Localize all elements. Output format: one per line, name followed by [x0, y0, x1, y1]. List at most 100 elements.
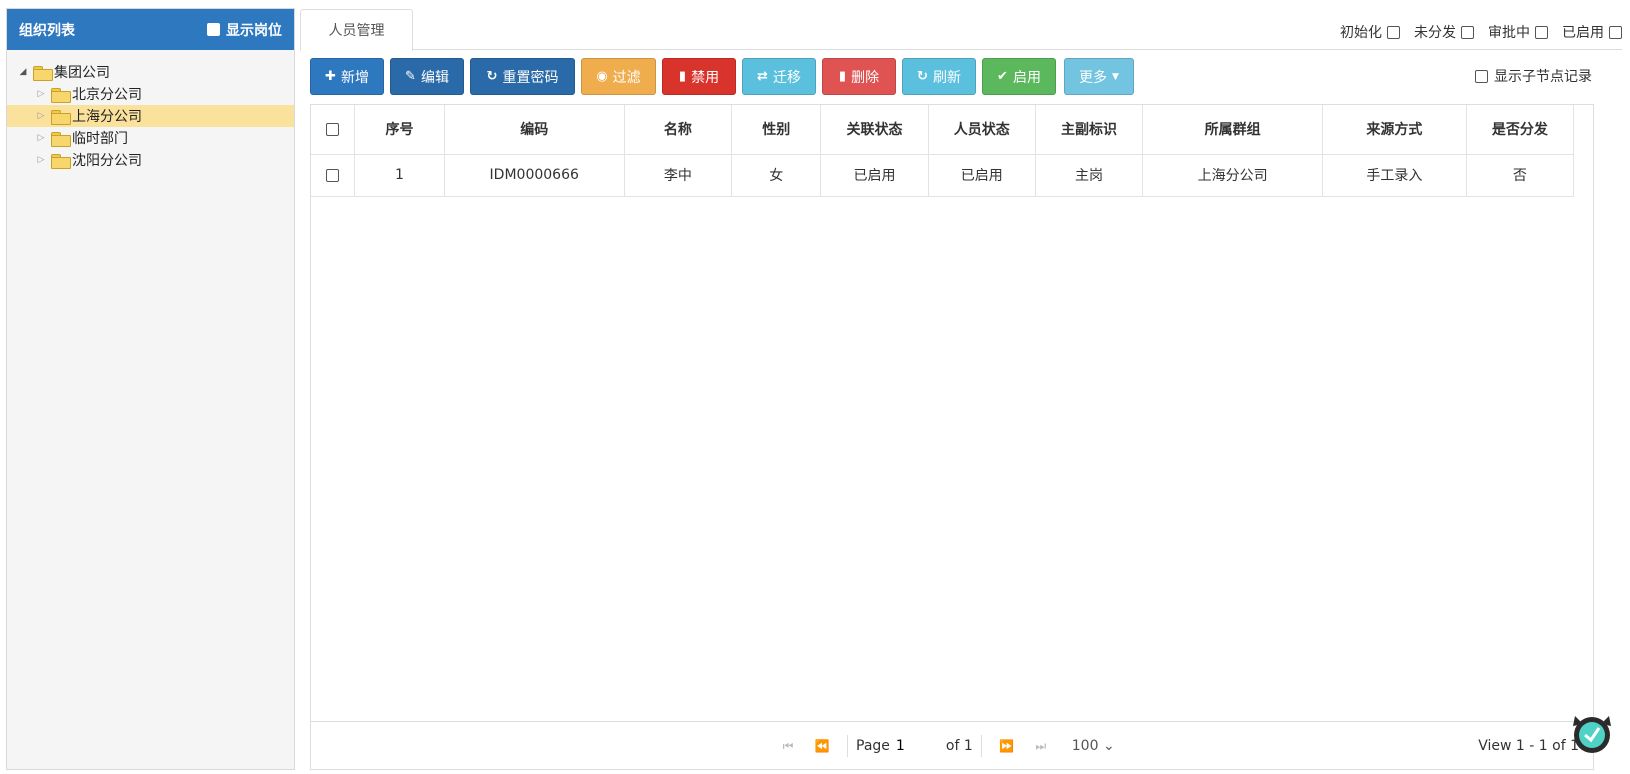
- filter-undistributed-checkbox[interactable]: [1461, 25, 1474, 39]
- pager-controls: ⏮ ⏪ Page of 1 ⏩ ⏭ 100 ⌄: [771, 722, 1115, 770]
- org-tree: ◢ 集团公司 ▷ 北京分公司 ▷ 上海分公司 ▷ 临时部门 ▷ 沈阳分公司: [7, 50, 294, 171]
- column-header[interactable]: 是否分发: [1465, 105, 1575, 155]
- tab-personnel-management[interactable]: 人员管理: [300, 9, 413, 51]
- show-post-checkbox[interactable]: [207, 23, 220, 36]
- chevron-down-icon: ⌄: [1102, 738, 1115, 754]
- tree-node-temp-dept[interactable]: ▷ 临时部门: [7, 127, 294, 149]
- personnel-grid: 序号 编码 名称 性别 关联状态 人员状态 主副标识 所属群组 来源方式 是否分…: [310, 104, 1594, 770]
- tree-node-label: 临时部门: [72, 131, 128, 147]
- first-page-icon[interactable]: ⏮: [771, 739, 805, 754]
- migrate-button[interactable]: ⇄ 迁移: [742, 58, 816, 95]
- more-dropdown-button[interactable]: 更多 ▼: [1064, 58, 1134, 95]
- table-row[interactable]: 1 IDM0000666 李中 女 已启用 已启用 主岗 上海分公司 手工录入 …: [311, 153, 1575, 197]
- table-cell: 手工录入: [1322, 153, 1467, 197]
- tree-node-label: 北京分公司: [72, 87, 142, 103]
- edit-button[interactable]: ✎ 编辑: [390, 58, 464, 95]
- reset-password-button[interactable]: ↻ 重置密码: [470, 58, 575, 95]
- table-cell: 李中: [623, 153, 732, 197]
- column-header[interactable]: 关联状态: [820, 105, 929, 155]
- show-child-records-toggle[interactable]: 显示子节点记录: [1475, 66, 1592, 86]
- folder-open-icon: [33, 65, 53, 81]
- collapsed-arrow-icon[interactable]: ▷: [35, 133, 47, 143]
- prev-page-icon[interactable]: ⏪: [805, 739, 839, 753]
- column-header[interactable]: 主副标识: [1034, 105, 1144, 155]
- page-number-input[interactable]: [895, 735, 940, 757]
- table-cell: IDM0000666: [443, 153, 625, 197]
- column-header[interactable]: 编码: [443, 105, 625, 155]
- disable-button[interactable]: ▮ 禁用: [662, 58, 736, 95]
- mascot-logo-icon: [1573, 716, 1611, 753]
- folder-icon: [51, 109, 71, 125]
- status-filters: 初始化 未分发 审批中 已启用: [1340, 22, 1622, 42]
- filter-initialized[interactable]: 初始化: [1340, 22, 1400, 42]
- trash-icon: ▮: [838, 69, 847, 84]
- tree-node-root[interactable]: ◢ 集团公司: [7, 61, 294, 83]
- folder-icon: [51, 87, 71, 103]
- eye-icon: ◉: [596, 69, 608, 84]
- add-button[interactable]: ✚ 新增: [310, 58, 384, 95]
- pager: ⏮ ⏪ Page of 1 ⏩ ⏭ 100 ⌄ View 1 - 1 of 1: [311, 721, 1593, 769]
- filter-approving-checkbox[interactable]: [1535, 25, 1548, 39]
- filter-enabled-checkbox[interactable]: [1609, 25, 1622, 39]
- enable-button[interactable]: ✔ 启用: [982, 58, 1056, 95]
- check-icon: ✔: [997, 69, 1008, 84]
- expanded-arrow-icon[interactable]: ◢: [17, 67, 29, 77]
- folder-icon: [51, 153, 71, 169]
- row-select-cell[interactable]: [311, 153, 356, 197]
- grid-header-row: 序号 编码 名称 性别 关联状态 人员状态 主副标识 所属群组 来源方式 是否分…: [311, 105, 1575, 155]
- table-cell: 女: [730, 153, 822, 197]
- collapsed-arrow-icon[interactable]: ▷: [35, 155, 47, 165]
- org-panel: 组织列表 显示岗位 ◢ 集团公司 ▷ 北京分公司 ▷ 上海分公司 ▷ 临时部门 …: [6, 8, 295, 770]
- tree-node-label: 沈阳分公司: [72, 153, 142, 169]
- table-cell: 已启用: [927, 153, 1036, 197]
- delete-button[interactable]: ▮ 删除: [822, 58, 896, 95]
- filter-undistributed[interactable]: 未分发: [1414, 22, 1474, 42]
- page-size-select[interactable]: 100 ⌄: [1072, 738, 1115, 754]
- filter-button[interactable]: ◉ 过滤: [581, 58, 656, 95]
- column-header[interactable]: 名称: [623, 105, 732, 155]
- record-count: View 1 - 1 of 1: [1478, 738, 1579, 754]
- table-cell: 否: [1465, 153, 1575, 197]
- org-panel-title: 组织列表: [19, 22, 75, 39]
- show-child-records-checkbox[interactable]: [1475, 69, 1488, 83]
- org-panel-header: 组织列表 显示岗位: [7, 9, 294, 50]
- filter-enabled[interactable]: 已启用: [1562, 22, 1622, 42]
- refresh-button[interactable]: ↻ 刷新: [902, 58, 976, 95]
- refresh-icon: ↻: [917, 69, 928, 84]
- row-checkbox[interactable]: [326, 168, 340, 182]
- caret-down-icon: ▼: [1112, 71, 1119, 82]
- next-page-icon[interactable]: ⏩: [990, 739, 1024, 753]
- edit-icon: ✎: [405, 69, 416, 84]
- pager-divider: [847, 735, 848, 757]
- page-total: of 1: [945, 738, 973, 754]
- table-cell: 上海分公司: [1142, 153, 1324, 197]
- select-all-cell[interactable]: [311, 105, 356, 155]
- tab-bar: 人员管理 初始化 未分发 审批中 已启用: [300, 0, 1622, 51]
- filter-approving[interactable]: 审批中: [1488, 22, 1548, 42]
- collapsed-arrow-icon[interactable]: ▷: [35, 89, 47, 99]
- select-all-checkbox[interactable]: [326, 122, 340, 136]
- show-post-label: 显示岗位: [226, 22, 282, 39]
- shuffle-icon: ⇄: [757, 69, 768, 84]
- grid-table: 序号 编码 名称 性别 关联状态 人员状态 主副标识 所属群组 来源方式 是否分…: [311, 105, 1575, 197]
- column-header[interactable]: 性别: [730, 105, 822, 155]
- tree-node-beijing[interactable]: ▷ 北京分公司: [7, 83, 294, 105]
- tree-node-label: 上海分公司: [72, 109, 142, 125]
- folder-icon: [51, 131, 71, 147]
- table-cell: 1: [354, 153, 445, 197]
- page-label: Page: [856, 738, 890, 754]
- table-cell: 主岗: [1034, 153, 1144, 197]
- tree-node-shenyang[interactable]: ▷ 沈阳分公司: [7, 149, 294, 171]
- show-post-toggle[interactable]: 显示岗位: [207, 20, 282, 40]
- toolbar: ✚ 新增 ✎ 编辑 ↻ 重置密码 ◉ 过滤 ▮ 禁用 ⇄ 迁移 ▮ 删除 ↻ 刷新 ✔ 启用 更多…: [310, 58, 1134, 96]
- trash-icon: ▮: [678, 69, 687, 84]
- collapsed-arrow-icon[interactable]: ▷: [35, 111, 47, 121]
- tree-node-shanghai[interactable]: ▷ 上海分公司: [7, 105, 294, 127]
- column-header[interactable]: 序号: [354, 105, 445, 155]
- column-header[interactable]: 来源方式: [1322, 105, 1467, 155]
- column-header[interactable]: 所属群组: [1142, 105, 1324, 155]
- filter-initialized-checkbox[interactable]: [1387, 25, 1400, 39]
- column-header[interactable]: 人员状态: [927, 105, 1036, 155]
- last-page-icon[interactable]: ⏭: [1024, 739, 1058, 754]
- tree-node-label: 集团公司: [54, 65, 110, 81]
